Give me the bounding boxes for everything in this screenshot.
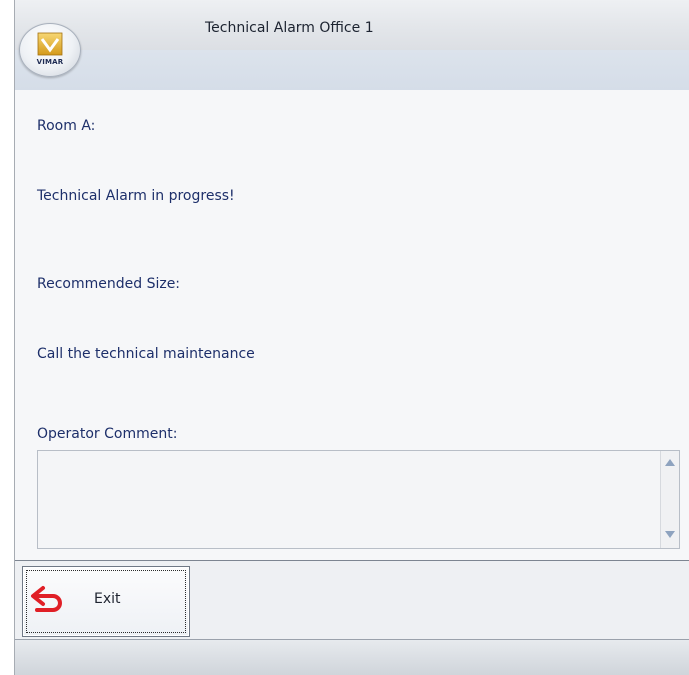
scroll-up-arrow-icon[interactable] [665,459,675,466]
recommended-label: Recommended Size: [37,276,181,292]
title-bar[interactable]: Technical Alarm Office 1 [15,0,689,51]
recommended-action: Call the technical maintenance [37,346,255,362]
alarm-window: Technical Alarm Office 1 VIMAR Room A: T… [14,0,689,675]
operator-comment-input[interactable] [37,450,680,549]
vimar-brand-text: VIMAR [36,58,64,66]
ribbon-strip [15,50,689,90]
window-title: Technical Alarm Office 1 [205,20,374,36]
app-menu-button[interactable]: VIMAR [19,23,81,77]
vimar-logo-icon [37,32,63,56]
scroll-down-arrow-icon[interactable] [665,531,675,538]
exit-label: Exit [94,591,121,607]
alarm-message: Technical Alarm in progress! [37,188,235,204]
bottom-toolbar: Exit [15,561,689,639]
comment-scrollbar[interactable] [660,451,679,548]
exit-arrow-icon [31,586,62,612]
status-bar [15,639,689,675]
operator-comment-label: Operator Comment: [37,426,178,442]
exit-button[interactable]: Exit [22,566,190,637]
room-label: Room A: [37,118,96,134]
